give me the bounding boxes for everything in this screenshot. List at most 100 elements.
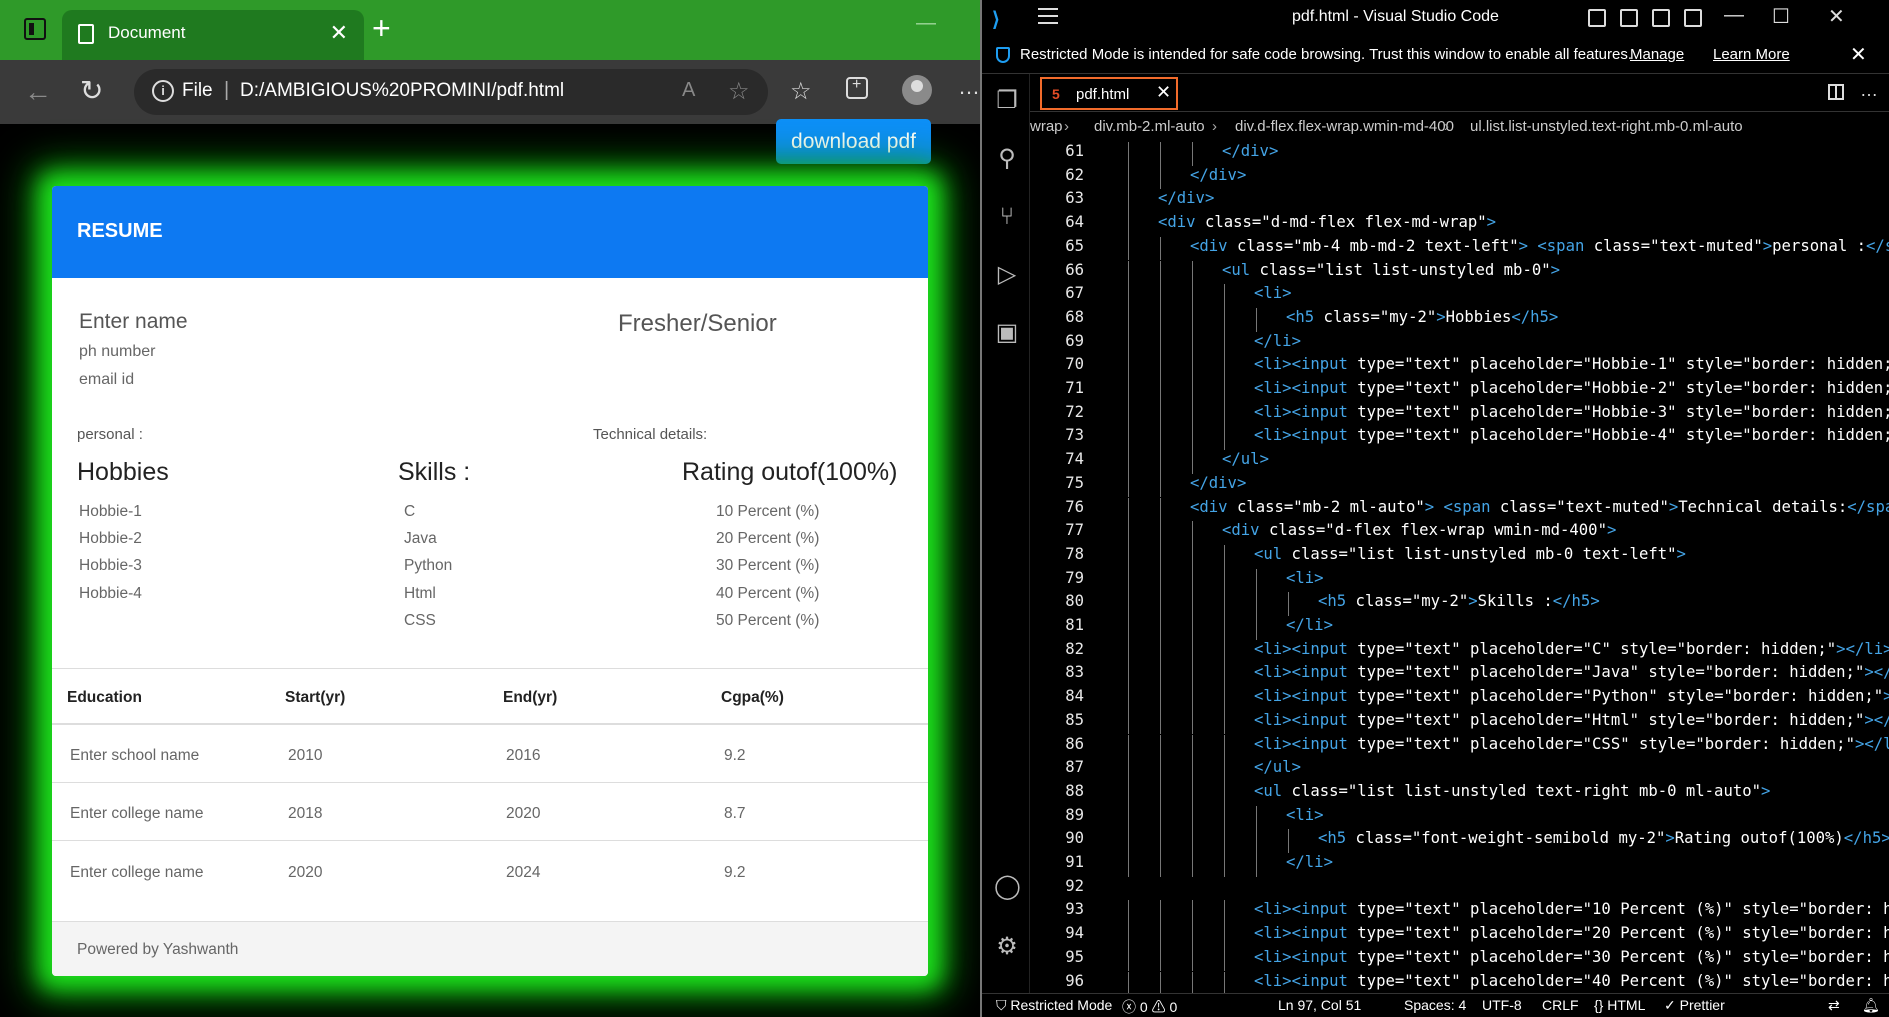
code-text[interactable]: <li><input type="text" placeholder="Hobb…	[1254, 426, 1889, 444]
code-line[interactable]: 95 <li><input type="text" placeholder="30…	[1030, 947, 1889, 972]
code-text[interactable]: <li>	[1286, 806, 1324, 824]
code-line[interactable]: 75 </div>	[1030, 473, 1889, 498]
code-line[interactable]: 78 <ul class="list list-unstyled mb-0 tex…	[1030, 544, 1889, 569]
code-text[interactable]: <li>	[1286, 569, 1324, 587]
run-debug-icon[interactable]: ▷	[994, 262, 1020, 288]
code-text[interactable]: </div>	[1190, 166, 1246, 184]
code-line[interactable]: 87 </ul>	[1030, 758, 1889, 782]
code-text[interactable]: <li>	[1254, 284, 1292, 302]
toggle-secondary-sidebar-icon[interactable]	[1652, 9, 1670, 27]
code-text[interactable]: <h5 class="my-2">Hobbies</h5>	[1286, 308, 1558, 326]
address-bar[interactable]: i File | D:/AMBIGIOUS%20PROMINI/pdf.html…	[134, 69, 768, 115]
rating-input[interactable]: 50 Percent (%)	[716, 612, 819, 630]
table-cell[interactable]: 2020	[288, 864, 322, 882]
code-text[interactable]: <li><input type="text" placeholder="Hobb…	[1254, 379, 1889, 397]
code-line[interactable]: 86 <li><input type="text" placeholder="CS…	[1030, 734, 1889, 759]
info-icon[interactable]: i	[152, 80, 174, 102]
new-tab-button[interactable]: +	[372, 12, 391, 44]
table-cell[interactable]: 9.2	[724, 747, 746, 765]
code-line[interactable]: 67 <li>	[1030, 284, 1889, 308]
code-line[interactable]: 63 </div>	[1030, 189, 1889, 214]
table-cell[interactable]: 2016	[506, 747, 540, 765]
code-text[interactable]: <div class="mb-2 ml-auto"> <span class="…	[1190, 498, 1889, 516]
prettier-status[interactable]: ✓ Prettier	[1664, 997, 1725, 1014]
table-cell[interactable]: Enter school name	[70, 747, 199, 765]
language-mode[interactable]: {} HTML	[1594, 997, 1645, 1013]
code-text[interactable]: </li>	[1254, 332, 1301, 350]
close-icon[interactable]: ✕	[1828, 4, 1845, 29]
toggle-panel-icon[interactable]	[1620, 9, 1638, 27]
skill-input[interactable]: Html	[404, 585, 436, 603]
breadcrumb-item[interactable]: div.d-flex.flex-wrap.wmin-md-400	[1235, 118, 1454, 135]
code-line[interactable]: 85 <li><input type="text" placeholder="Ht…	[1030, 710, 1889, 735]
code-line[interactable]: 68 <h5 class="my-2">Hobbies</h5>	[1030, 307, 1889, 332]
toggle-sidebar-icon[interactable]	[1588, 9, 1606, 27]
code-line[interactable]: 65 <div class="mb-4 mb-md-2 text-left"> <…	[1030, 236, 1889, 261]
table-cell[interactable]: 9.2	[724, 864, 746, 882]
table-cell[interactable]: Enter college name	[70, 805, 204, 823]
cursor-position[interactable]: Ln 97, Col 51	[1278, 997, 1361, 1013]
code-line[interactable]: 93 <li><input type="text" placeholder="10…	[1030, 900, 1889, 925]
split-editor-icon[interactable]	[1828, 84, 1844, 100]
code-line[interactable]: 89 <li>	[1030, 805, 1889, 830]
code-text[interactable]: <li><input type="text" placeholder="10 P…	[1254, 900, 1889, 918]
code-text[interactable]: <h5 class="font-weight-semibold my-2">Ra…	[1318, 829, 1889, 847]
back-icon[interactable]: ←	[24, 76, 52, 108]
skill-input[interactable]: Java	[404, 530, 437, 548]
code-text[interactable]: <li><input type="text" placeholder="40 P…	[1254, 972, 1889, 990]
settings-gear-icon[interactable]: ⚙	[994, 934, 1020, 960]
notifications-bell-icon[interactable]: 🔔︎	[1862, 997, 1880, 1014]
code-text[interactable]: <ul class="list list-unstyled mb-0 text-…	[1254, 545, 1686, 563]
breadcrumb-item[interactable]: wrap	[1030, 118, 1063, 135]
manage-link[interactable]: Manage	[1630, 46, 1684, 63]
extensions-icon[interactable]: ▣	[994, 320, 1020, 346]
level-input[interactable]: Fresher/Senior	[618, 310, 777, 338]
code-line[interactable]: 84 <li><input type="text" placeholder="Py…	[1030, 687, 1889, 711]
code-text[interactable]: </div>	[1158, 189, 1214, 207]
more-actions-icon[interactable]: …	[1860, 80, 1878, 101]
tab-close-icon[interactable]: ✕	[330, 20, 348, 46]
code-line[interactable]: 96 <li><input type="text" placeholder="40…	[1030, 971, 1889, 993]
code-line[interactable]: 81 </li>	[1030, 616, 1889, 640]
browser-tab[interactable]: Document ✕	[62, 10, 364, 60]
encoding-status[interactable]: UTF-8	[1482, 997, 1522, 1013]
breadcrumb-item[interactable]: ul.list.list-unstyled.text-right.mb-0.ml…	[1470, 118, 1743, 135]
code-text[interactable]: <li><input type="text" placeholder="CSS"…	[1254, 735, 1889, 753]
reload-icon[interactable]: ↻	[80, 74, 103, 107]
menu-icon[interactable]	[1038, 8, 1058, 24]
code-line[interactable]: 82 <li><input type="text" placeholder="C"…	[1030, 639, 1889, 664]
profile-avatar[interactable]	[902, 75, 932, 105]
indentation-status[interactable]: Spaces: 4	[1404, 997, 1466, 1013]
skill-input[interactable]: C	[404, 503, 415, 521]
more-icon[interactable]: …	[958, 74, 980, 100]
restricted-mode-status[interactable]: ⛉ Restricted Mode	[996, 997, 1112, 1014]
problems-status[interactable]: ⓧ 0 ⚠ 0	[1122, 997, 1177, 1017]
code-line[interactable]: 69 </li>	[1030, 331, 1889, 356]
code-line[interactable]: 90 <h5 class="font-weight-semibold my-2">…	[1030, 829, 1889, 853]
address-url[interactable]: D:/AMBIGIOUS%20PROMINI/pdf.html	[240, 80, 564, 102]
skill-input[interactable]: Python	[404, 557, 452, 575]
minimize-icon[interactable]: —	[916, 12, 936, 35]
code-editor[interactable]: 61 </div> 62 </div> 63 </div> 64 <div class="d-…	[1030, 142, 1889, 993]
code-text[interactable]: <h5 class="my-2">Skills :</h5>	[1318, 592, 1600, 610]
search-icon[interactable]: ⚲	[994, 146, 1020, 172]
code-text[interactable]: <li><input type="text" placeholder="20 P…	[1254, 924, 1889, 942]
code-line[interactable]: 70 <li><input type="text" placeholder="Ho…	[1030, 355, 1889, 379]
code-text[interactable]: </div>	[1190, 474, 1246, 492]
code-text[interactable]: <div class="mb-4 mb-md-2 text-left"> <sp…	[1190, 237, 1889, 255]
code-text[interactable]: <li><input type="text" placeholder="Pyth…	[1254, 687, 1889, 705]
code-text[interactable]: <li><input type="text" placeholder="Html…	[1254, 711, 1889, 729]
table-cell[interactable]: 2020	[506, 805, 540, 823]
add-favorite-icon[interactable]: ☆	[728, 77, 750, 106]
minimize-icon[interactable]: —	[1724, 4, 1744, 27]
code-text[interactable]: </ul>	[1254, 758, 1301, 776]
tab-close-icon[interactable]: ✕	[1156, 82, 1171, 103]
banner-close-icon[interactable]: ✕	[1850, 42, 1867, 67]
maximize-icon[interactable]: ☐	[1772, 4, 1790, 29]
table-cell[interactable]: 8.7	[724, 805, 746, 823]
code-text[interactable]: </li>	[1286, 616, 1333, 634]
name-input[interactable]: Enter name	[79, 310, 188, 334]
code-text[interactable]: </div>	[1222, 142, 1278, 160]
breadcrumb-item[interactable]: div.mb-2.ml-auto	[1094, 118, 1205, 135]
hobby-input[interactable]: Hobbie-3	[79, 557, 142, 575]
